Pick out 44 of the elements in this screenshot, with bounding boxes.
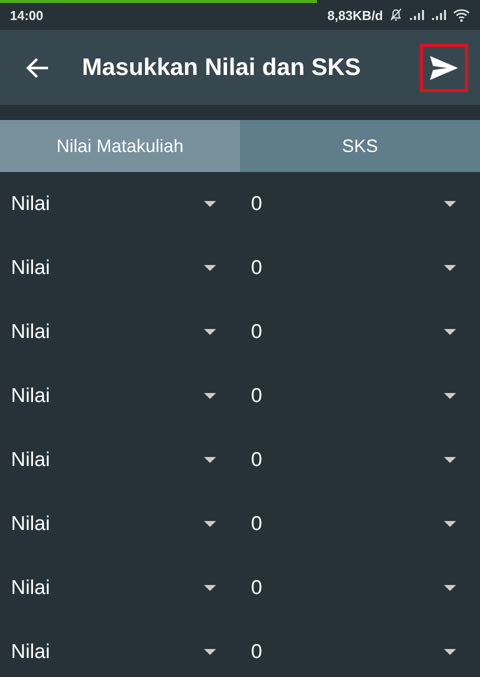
clock-time: 14:00 xyxy=(10,8,44,22)
dropdown-caret-icon xyxy=(204,329,216,335)
wifi-icon xyxy=(453,8,470,22)
dropdown-caret-icon xyxy=(204,201,216,207)
grade-dropdown[interactable]: Nilai xyxy=(0,428,240,492)
dropdown-caret-icon xyxy=(444,393,456,399)
grade-dropdown[interactable]: Nilai xyxy=(0,236,240,300)
credits-dropdown[interactable]: 0 xyxy=(240,492,480,556)
grade-dropdown[interactable]: Nilai xyxy=(0,620,240,677)
credits-dropdown[interactable]: 0 xyxy=(240,236,480,300)
dropdown-caret-icon xyxy=(204,457,216,463)
screen-title: Masukkan Nilai dan SKS xyxy=(82,54,362,82)
dropdown-caret-icon xyxy=(204,585,216,591)
grade-dropdown[interactable]: Nilai xyxy=(0,492,240,556)
dropdown-caret-icon xyxy=(444,265,456,271)
dropdown-caret-icon xyxy=(444,329,456,335)
dropdown-caret-icon xyxy=(204,521,216,527)
credits-dropdown[interactable]: 0 xyxy=(240,556,480,620)
grade-dropdown[interactable]: Nilai xyxy=(0,300,240,364)
grade-dropdown[interactable]: Nilai xyxy=(0,172,240,236)
credits-dropdown[interactable]: 0 xyxy=(240,172,480,236)
dropdown-caret-icon xyxy=(204,393,216,399)
dropdown-caret-icon xyxy=(444,521,456,527)
dropdown-caret-icon xyxy=(204,265,216,271)
dropdown-caret-icon xyxy=(444,201,456,207)
column-header: SKS xyxy=(240,120,480,172)
back-arrow-icon xyxy=(26,56,50,78)
credits-dropdown[interactable]: 0 xyxy=(240,364,480,428)
dropdown-caret-icon xyxy=(204,649,216,655)
grade-dropdown[interactable]: Nilai xyxy=(0,556,240,620)
credits-dropdown[interactable]: 0 xyxy=(240,428,480,492)
credits-dropdown[interactable]: 0 xyxy=(240,620,480,677)
column-header: Nilai Matakuliah xyxy=(0,120,240,172)
network-speed: 8,83KB/d xyxy=(327,8,383,22)
credits-dropdown[interactable]: 0 xyxy=(240,300,480,364)
bell-off-icon xyxy=(389,8,403,22)
dropdown-caret-icon xyxy=(444,649,456,655)
signal-icon xyxy=(409,9,425,21)
send-icon xyxy=(429,54,459,80)
grade-dropdown[interactable]: Nilai xyxy=(0,364,240,428)
send-button[interactable] xyxy=(420,44,468,92)
signal-icon xyxy=(431,9,447,21)
dropdown-caret-icon xyxy=(444,585,456,591)
dropdown-caret-icon xyxy=(444,457,456,463)
